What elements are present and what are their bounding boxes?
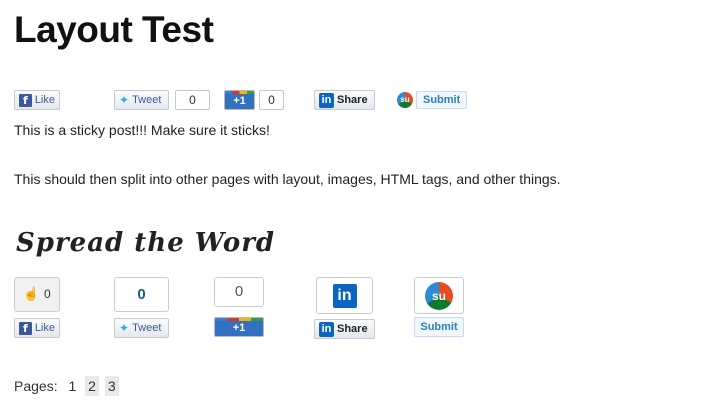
twitter-icon: ✦ bbox=[119, 93, 130, 107]
facebook-like-label: Like bbox=[34, 322, 55, 334]
post-paragraph: This is a sticky post!!! Make sure it st… bbox=[14, 122, 270, 138]
stumbleupon-submit-label: Submit bbox=[420, 321, 458, 333]
gplus-count: 0 bbox=[259, 90, 284, 110]
gplus-label: +1 bbox=[233, 95, 246, 107]
stumbleupon-submit-button[interactable]: Submit bbox=[414, 317, 464, 337]
facebook-like-count-box: ☝ 0 bbox=[14, 277, 60, 312]
page-link-3[interactable]: 3 bbox=[104, 376, 119, 396]
stumbleupon-submit-button[interactable]: su Submit bbox=[397, 90, 470, 110]
facebook-icon: f bbox=[19, 93, 32, 107]
tweet-count-box: 0 bbox=[114, 277, 169, 312]
page-title: Layout Test bbox=[14, 9, 214, 50]
gplus-button[interactable]: +1 bbox=[214, 317, 264, 337]
facebook-like-label: Like bbox=[34, 94, 55, 106]
gplus-button[interactable]: +1 bbox=[224, 90, 255, 110]
stumbleupon-badge: su bbox=[414, 277, 464, 314]
tweet-count: 0 bbox=[175, 90, 210, 110]
twitter-icon: ✦ bbox=[119, 321, 130, 335]
stumbleupon-submit-label: Submit bbox=[416, 91, 468, 109]
pagination-label: Pages: bbox=[14, 378, 58, 394]
tweet-label: Tweet bbox=[132, 94, 162, 106]
page-link-2[interactable]: 2 bbox=[85, 376, 99, 396]
linkedin-share-button[interactable]: in Share bbox=[314, 90, 375, 110]
linkedin-icon: in bbox=[332, 284, 357, 308]
linkedin-share-label: Share bbox=[337, 323, 368, 335]
linkedin-share-button[interactable]: in Share bbox=[314, 319, 375, 339]
pagination: Pages: 1 2 3 bbox=[14, 376, 119, 396]
stumbleupon-icon: su bbox=[397, 92, 413, 108]
thumbs-up-icon: ☝ bbox=[23, 286, 40, 301]
facebook-like-button[interactable]: f Like bbox=[14, 90, 60, 110]
tweet-count: 0 bbox=[137, 286, 146, 303]
spread-the-word-heading: Spread the Word bbox=[16, 228, 276, 258]
linkedin-icon: in bbox=[319, 92, 334, 108]
facebook-like-count: 0 bbox=[43, 287, 51, 301]
page-link-1: 1 bbox=[68, 378, 77, 394]
gplus-count: 0 bbox=[234, 283, 244, 300]
linkedin-icon: in bbox=[319, 321, 334, 337]
gplus-label: +1 bbox=[232, 322, 246, 334]
stumbleupon-icon: su bbox=[425, 282, 453, 310]
facebook-icon: f bbox=[19, 321, 32, 335]
tweet-button[interactable]: ✦ Tweet bbox=[114, 318, 169, 338]
gplus-count-box: 0 bbox=[214, 277, 264, 307]
linkedin-badge: in bbox=[316, 277, 373, 314]
linkedin-share-label: Share bbox=[337, 94, 368, 106]
tweet-button[interactable]: ✦ Tweet bbox=[114, 90, 169, 110]
tweet-label: Tweet bbox=[132, 322, 162, 334]
post-paragraph: This should then split into other pages … bbox=[14, 171, 561, 187]
facebook-like-button[interactable]: f Like bbox=[14, 318, 60, 338]
